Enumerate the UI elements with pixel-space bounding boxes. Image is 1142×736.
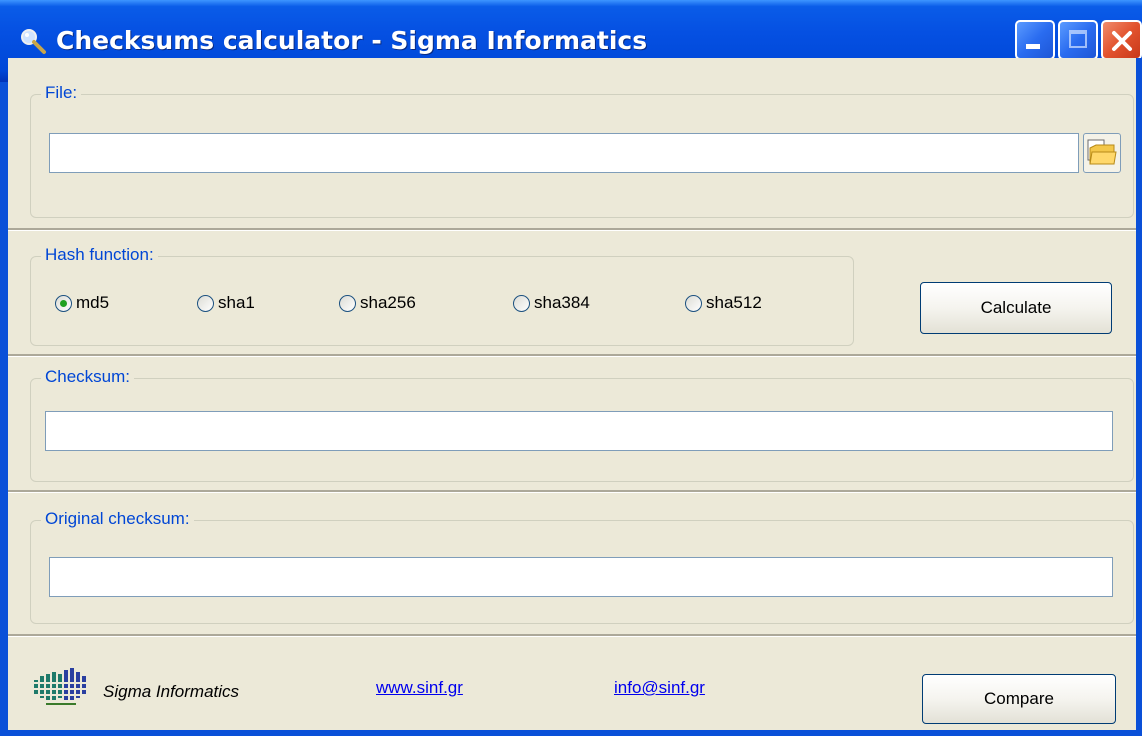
window-border-bottom	[0, 730, 1142, 736]
radio-md5[interactable]: md5	[55, 293, 109, 313]
website-link[interactable]: www.sinf.gr	[376, 678, 463, 698]
checksum-legend: Checksum:	[41, 367, 135, 387]
footer: Sigma Informatics www.sinf.gr info@sinf.…	[8, 636, 1142, 736]
checksum-groupbox: Checksum:	[30, 367, 1134, 482]
company-name: Sigma Informatics	[103, 682, 240, 701]
radio-sha512[interactable]: sha512	[685, 293, 762, 313]
browse-button[interactable]	[1083, 133, 1121, 173]
radio-label: sha384	[534, 293, 590, 312]
radio-circle[interactable]	[339, 294, 356, 312]
radio-circle[interactable]	[197, 294, 214, 312]
checksum-panel: Checksum:	[8, 356, 1142, 492]
radio-sha1[interactable]: sha1	[197, 293, 255, 313]
close-icon[interactable]	[1101, 20, 1142, 60]
file-groupbox: File:	[30, 83, 1134, 218]
radio-label: sha256	[360, 293, 416, 312]
folder-icon	[1084, 139, 1120, 176]
hash-options: md5 sha1 sha256 sha384 sha512	[55, 293, 835, 317]
file-panel: File:	[8, 82, 1142, 230]
calculate-button[interactable]: Calculate	[920, 282, 1112, 334]
radio-label: sha512	[706, 293, 762, 312]
window-border-right	[1136, 58, 1142, 736]
file-legend: File:	[41, 83, 82, 103]
file-path-input[interactable]	[49, 133, 1079, 173]
sigma-logo-icon	[32, 666, 88, 712]
dialog-body: File: Hash function: md5 sha1 sha256 sha…	[8, 82, 1142, 736]
email-link[interactable]: info@sinf.gr	[614, 678, 705, 698]
original-checksum-groupbox: Original checksum:	[30, 509, 1134, 624]
original-checksum-input[interactable]	[49, 557, 1113, 597]
app-window: Checksums calculator - Sigma Informatics…	[0, 0, 1142, 736]
radio-label: sha1	[218, 293, 255, 312]
original-checksum-legend: Original checksum:	[41, 509, 194, 529]
radio-label: md5	[76, 293, 110, 312]
client-area: File: Hash function: md5 sha1 sha256 sha…	[8, 58, 1142, 736]
hash-groupbox: Hash function: md5 sha1 sha256 sha384 sh…	[30, 245, 854, 346]
radio-sha256[interactable]: sha256	[339, 293, 416, 313]
hash-panel: Hash function: md5 sha1 sha256 sha384 sh…	[8, 230, 1142, 356]
hash-legend: Hash function:	[41, 245, 158, 265]
compare-button[interactable]: Compare	[922, 674, 1116, 724]
magnifier-icon	[18, 26, 48, 56]
maximize-icon[interactable]	[1058, 20, 1098, 60]
window-title: Checksums calculator - Sigma Informatics	[56, 26, 648, 55]
minimize-icon[interactable]	[1015, 20, 1055, 60]
checksum-output[interactable]	[45, 411, 1113, 451]
radio-sha384[interactable]: sha384	[513, 293, 590, 313]
radio-circle[interactable]	[685, 294, 702, 312]
radio-circle[interactable]	[513, 294, 530, 312]
radio-circle[interactable]	[55, 294, 72, 312]
original-checksum-panel: Original checksum:	[8, 492, 1142, 636]
